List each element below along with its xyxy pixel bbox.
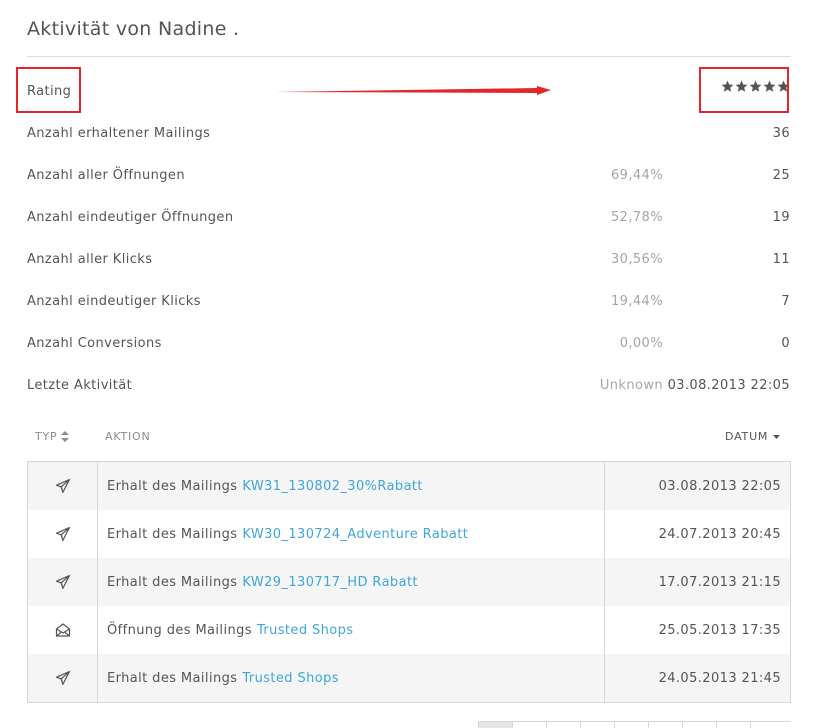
page-button[interactable] bbox=[716, 722, 750, 728]
page-button[interactable] bbox=[546, 722, 580, 728]
stat-label: Anzahl eindeutiger Klicks bbox=[27, 294, 201, 309]
table-row: Erhalt des Mailings KW31_130802_30%Rabatt… bbox=[28, 462, 790, 510]
star-icon bbox=[749, 80, 762, 92]
action-cell: Öffnung des Mailings Trusted Shops bbox=[98, 606, 605, 654]
stat-percentage: 69,44% bbox=[611, 168, 663, 183]
caret-down-icon bbox=[773, 434, 781, 439]
stat-label: Anzahl erhaltener Mailings bbox=[27, 126, 211, 141]
table-row: Erhalt des Mailings Trusted Shops 24.05.20… bbox=[28, 654, 790, 702]
column-header-datum-label: DATUM bbox=[725, 430, 769, 443]
activity-table: Erhalt des Mailings KW31_130802_30%Rabatt… bbox=[27, 461, 791, 703]
page-button[interactable] bbox=[580, 722, 614, 728]
mailing-link[interactable]: Trusted Shops bbox=[257, 623, 354, 638]
stat-row: Anzahl Conversions 0,00% 0 bbox=[27, 332, 791, 356]
table-row: Erhalt des Mailings KW30_130724_Adventure… bbox=[28, 510, 790, 558]
type-cell bbox=[28, 606, 98, 654]
star-icon bbox=[721, 80, 734, 92]
stat-value: 19 bbox=[772, 210, 790, 225]
mailing-link[interactable]: KW29_130717_HD Rabatt bbox=[242, 575, 418, 590]
stat-value: 0 bbox=[781, 336, 790, 351]
mailing-link[interactable]: KW31_130802_30%Rabatt bbox=[242, 479, 423, 494]
date-cell: 24.07.2013 20:45 bbox=[658, 526, 781, 542]
rating-annotation-box bbox=[16, 67, 81, 113]
date-cell: 17.07.2013 21:15 bbox=[658, 574, 781, 590]
page-button[interactable] bbox=[648, 722, 682, 728]
page-button[interactable] bbox=[682, 722, 716, 728]
type-cell bbox=[28, 558, 98, 606]
mailing-link[interactable]: KW30_130724_Adventure Rabatt bbox=[242, 527, 468, 542]
page-button[interactable] bbox=[614, 722, 648, 728]
sort-icon bbox=[61, 431, 70, 442]
star-icon bbox=[777, 80, 790, 92]
rating-stars bbox=[721, 80, 790, 100]
column-header-aktion-label: AKTION bbox=[105, 430, 151, 443]
paper-plane-icon bbox=[55, 478, 71, 494]
last-activity-location: Unknown bbox=[599, 378, 664, 393]
stat-row: Anzahl aller Klicks 30,56% 11 bbox=[27, 248, 791, 272]
stat-label: Anzahl eindeutiger Öffnungen bbox=[27, 210, 234, 225]
date-cell: 24.05.2013 21:45 bbox=[658, 670, 781, 686]
stat-percentage: 19,44% bbox=[611, 294, 663, 309]
paper-plane-icon bbox=[55, 670, 71, 686]
action-cell: Erhalt des Mailings Trusted Shops bbox=[98, 654, 605, 702]
type-cell bbox=[28, 510, 98, 558]
stat-row-last-activity: Letzte Aktivität Unknown 03.08.2013 22:0… bbox=[27, 374, 791, 398]
open-envelope-icon bbox=[55, 622, 71, 638]
stat-value: 11 bbox=[772, 252, 790, 267]
table-row: Öffnung des Mailings Trusted Shops 25.05.2… bbox=[28, 606, 790, 654]
title-divider bbox=[27, 56, 791, 57]
type-cell bbox=[28, 462, 98, 510]
star-icon bbox=[763, 80, 776, 92]
type-cell bbox=[28, 654, 98, 702]
column-header-typ-label: TYP bbox=[35, 430, 58, 443]
stat-value: 36 bbox=[772, 126, 790, 141]
stat-value: 7 bbox=[781, 294, 790, 309]
stat-label: Anzahl Conversions bbox=[27, 336, 162, 351]
last-activity-value: Unknown 03.08.2013 22:05 bbox=[600, 378, 790, 393]
column-header-aktion[interactable]: AKTION bbox=[105, 430, 151, 443]
column-header-datum[interactable]: DATUM bbox=[725, 430, 781, 443]
stat-row: Anzahl eindeutiger Öffnungen 52,78% 19 bbox=[27, 206, 791, 230]
page-title: Aktivität von Nadine . bbox=[27, 18, 240, 40]
action-cell: Erhalt des Mailings KW31_130802_30%Rabatt bbox=[98, 462, 605, 510]
stat-percentage: 52,78% bbox=[611, 210, 663, 225]
stat-label: Anzahl aller Klicks bbox=[27, 252, 153, 267]
table-row: Erhalt des Mailings KW29_130717_HD Rabatt… bbox=[28, 558, 790, 606]
pagination bbox=[478, 721, 791, 728]
action-text: Öffnung des Mailings bbox=[107, 622, 252, 638]
action-cell: Erhalt des Mailings KW29_130717_HD Rabatt bbox=[98, 558, 605, 606]
action-text: Erhalt des Mailings bbox=[107, 670, 238, 686]
stat-percentage: 0,00% bbox=[619, 336, 663, 351]
date-cell: 03.08.2013 22:05 bbox=[658, 478, 781, 494]
action-text: Erhalt des Mailings bbox=[107, 526, 238, 542]
page-button[interactable] bbox=[478, 722, 512, 728]
page-button[interactable] bbox=[750, 722, 784, 728]
date-cell: 25.05.2013 17:35 bbox=[658, 622, 781, 638]
stat-label: Letzte Aktivität bbox=[27, 378, 133, 393]
stat-row: Anzahl eindeutiger Klicks 19,44% 7 bbox=[27, 290, 791, 314]
stat-value: 25 bbox=[772, 168, 790, 183]
action-cell: Erhalt des Mailings KW30_130724_Adventure… bbox=[98, 510, 605, 558]
action-text: Erhalt des Mailings bbox=[107, 574, 238, 590]
last-activity-datetime: 03.08.2013 22:05 bbox=[667, 378, 790, 393]
action-text: Erhalt des Mailings bbox=[107, 478, 238, 494]
paper-plane-icon bbox=[55, 574, 71, 590]
stat-row: Anzahl erhaltener Mailings 36 bbox=[27, 122, 791, 146]
stat-label: Anzahl aller Öffnungen bbox=[27, 168, 185, 183]
column-header-typ[interactable]: TYP bbox=[35, 430, 70, 443]
star-icon bbox=[735, 80, 748, 92]
page-button[interactable] bbox=[512, 722, 546, 728]
paper-plane-icon bbox=[55, 526, 71, 542]
stat-row: Anzahl aller Öffnungen 69,44% 25 bbox=[27, 164, 791, 188]
stat-percentage: 30,56% bbox=[611, 252, 663, 267]
mailing-link[interactable]: Trusted Shops bbox=[242, 671, 339, 686]
annotation-arrow-icon bbox=[275, 86, 551, 95]
